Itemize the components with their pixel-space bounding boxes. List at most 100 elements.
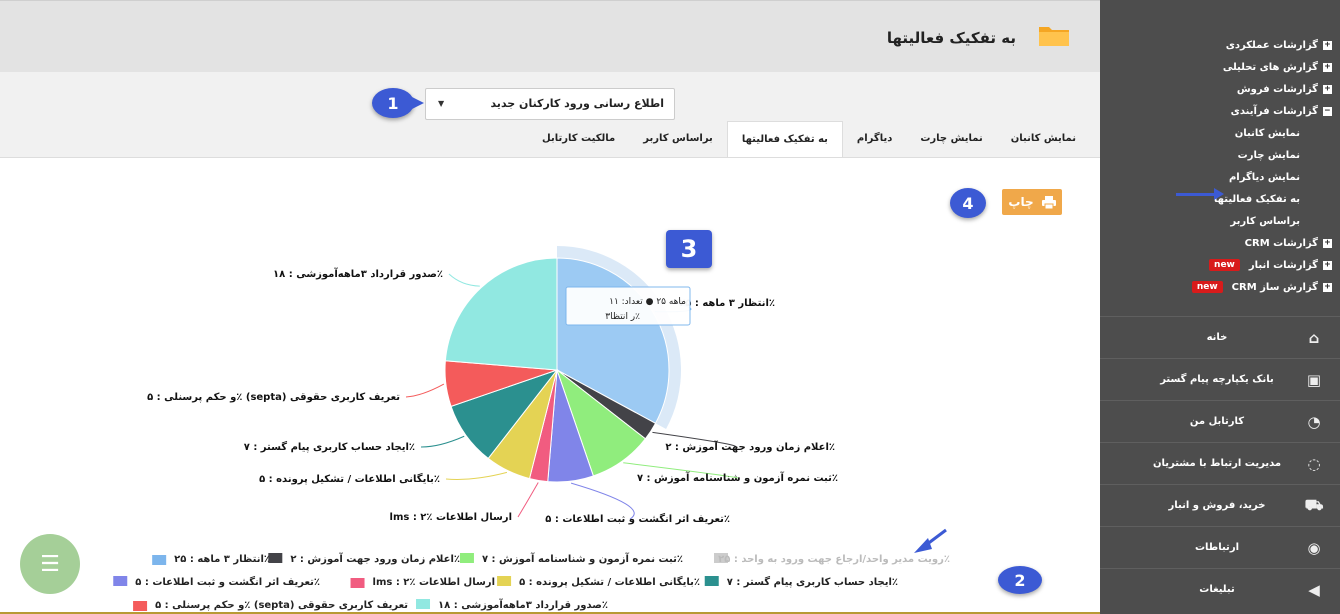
legend-swatch — [459, 553, 474, 563]
expand-icon[interactable]: + — [1323, 62, 1332, 72]
nav-item-label: بانک یکپارچه پیام گستر — [1160, 374, 1274, 385]
slice-connector — [448, 273, 480, 287]
legend-item[interactable]: و حکم پرسنلی : ۵٪ (septa) تعریف کاربری ح… — [155, 600, 408, 611]
sidebar: + گزارشات عملکردی + گزارش های تحلیلی + گزارشا… — [1100, 0, 1340, 614]
legend-item[interactable]: ثبت نمره آزمون و شناسنامه آموزش : ۷٪ — [482, 552, 683, 565]
tree-subitem-label: نمایش کانبان — [1234, 127, 1300, 139]
nav-item[interactable]: ◌ مدیریت ارتباط با مشتریان — [1100, 442, 1340, 484]
legend-swatch — [268, 553, 283, 563]
tree-item-label: گزارشات CRM — [1244, 237, 1318, 249]
expand-icon[interactable]: + — [1323, 40, 1332, 50]
nav-item-label: تبلیغات — [1199, 584, 1235, 595]
tab-by-user[interactable]: براساس کاربر — [629, 121, 727, 157]
nav-item-label: مدیریت ارتباط با مشتریان — [1152, 458, 1282, 469]
tree-subitem[interactable]: به تفکیک فعالیتها — [1102, 188, 1300, 210]
page-header: به تفکیک فعالیتها — [0, 0, 1100, 72]
nav-item[interactable]: ◔ کارتابل من — [1100, 400, 1340, 442]
annotation-marker-1: 1 — [372, 88, 414, 118]
bank-icon: ▣ — [1306, 370, 1322, 389]
megaphone-icon: ◀ — [1308, 580, 1320, 599]
legend-item-hidden[interactable]: رویت مدیر واحد/ارجاع جهت ورود به واحد : … — [718, 554, 950, 565]
legend-item[interactable]: انتظار ۳ ماهه : ۲۵٪ — [174, 554, 270, 565]
pie-slice[interactable] — [444, 257, 558, 371]
page-title: به تفکیک فعالیتها — [886, 29, 1016, 47]
tree-item[interactable]: + گزارشات فروش — [1102, 78, 1332, 100]
main-nav: ⌂ خانه ▣ بانک یکپارچه پیام گستر ◔ کارتابل من ◌… — [1100, 316, 1340, 610]
expand-icon[interactable]: + — [1323, 238, 1332, 248]
tree-item[interactable]: + گزارشات CRM — [1102, 232, 1332, 254]
home-icon: ⌂ — [1308, 328, 1320, 347]
tree-item[interactable]: + گزارشات عملکردی — [1102, 34, 1332, 56]
pie-chart: انتظار ۳ ماهه : ۲۵٪ اعلام زمان ورود جهت آ… — [113, 246, 950, 611]
annotation-marker-2: 2 — [998, 566, 1042, 594]
tree-subitem[interactable]: براساس کاربر — [1102, 210, 1300, 232]
nav-item[interactable]: ◉ ارتباطات — [1100, 526, 1340, 568]
slice-label: بایگانی اطلاعات / تشکیل پرونده : ۵٪ — [259, 472, 440, 485]
new-badge: new — [1209, 259, 1240, 271]
legend-swatch — [416, 599, 431, 609]
nav-item[interactable]: ▣ بانک یکپارچه پیام گستر — [1100, 358, 1340, 400]
annotation-marker-2-label: 2 — [1014, 570, 1026, 590]
nav-item[interactable]: ◀ تبلیغات — [1100, 568, 1340, 610]
slice-connector — [445, 471, 508, 480]
tree-item[interactable]: − گزارشات فرآیندی — [1102, 100, 1332, 122]
legend-item[interactable]: بایگانی اطلاعات / تشکیل پرونده : ۵٪ — [519, 575, 700, 588]
nav-item[interactable]: ⌂ خانه — [1100, 316, 1340, 358]
tab-chart[interactable]: نمایش چارت — [906, 121, 996, 157]
tree-item-label: گزارش ساز CRM — [1231, 281, 1318, 293]
menu-fab-button[interactable]: ☰ — [20, 534, 80, 594]
new-badge: new — [1191, 281, 1223, 293]
chart-tooltip: ماهه ۲۵ ● تعداد: ۱۱ ر انتظا۳٪ — [565, 286, 691, 326]
folder-icon — [1039, 27, 1069, 46]
chevron-down-icon: ▼ — [438, 99, 445, 108]
legend-item[interactable]: ایجاد حساب کاربری پیام گستر : ۷٪ — [727, 575, 898, 588]
tree-item-label: گزارشات فرآیندی — [1230, 105, 1318, 117]
process-select[interactable]: اطلاع رسانی ورود کارکنان جدید ▼ — [425, 88, 675, 120]
expand-icon[interactable]: + — [1323, 282, 1332, 292]
legend-swatch — [152, 555, 167, 565]
hamburger-icon: ☰ — [40, 551, 60, 577]
tab-by-activity[interactable]: به تفکیک فعالیتها — [726, 121, 843, 157]
nav-item-label: خرید، فروش و انبار — [1168, 500, 1266, 511]
tree-subitem[interactable]: نمایش دیاگرام — [1102, 166, 1300, 188]
nav-item[interactable]: ⛟ خرید، فروش و انبار — [1100, 484, 1340, 526]
nav-item-label: کارتابل من — [1189, 416, 1245, 427]
nav-item-label: ارتباطات — [1195, 542, 1239, 553]
annotation-marker-1-label: 1 — [387, 93, 399, 113]
crm-icon: ◌ — [1307, 454, 1321, 473]
tree-item[interactable]: + گزارش ساز CRM new — [1102, 276, 1332, 298]
tree-subitem[interactable]: نمایش چارت — [1102, 144, 1300, 166]
legend-item[interactable]: اعلام زمان ورود جهت آموزش : ۲٪ — [290, 552, 460, 565]
legend-item[interactable]: صدور قرارداد ۳ماهه‌آموزشی : ۱۸٪ — [438, 598, 608, 611]
annotation-marker-3-label: 3 — [680, 235, 698, 263]
legend-item[interactable]: تعریف اثر انگشت و ثبت اطلاعات : ۵٪ — [135, 575, 320, 588]
tooltip-line1: ماهه ۲۵ ● تعداد: ۱۱ — [609, 297, 686, 307]
slice-label: انتظار ۳ ماهه : ۲۵٪ — [679, 298, 775, 309]
tree-subitem-label: به تفکیک فعالیتها — [1213, 193, 1300, 205]
tree-subitem[interactable]: نمایش کانبان — [1102, 122, 1300, 144]
tab-cartable-owner[interactable]: مالکیت کارتابل — [528, 121, 629, 157]
slice-connector — [420, 435, 465, 448]
tree-subitem-label: نمایش چارت — [1237, 149, 1300, 161]
slice-label: صدور قرارداد ۳ماهه‌آموزشی : ۱۸٪ — [273, 267, 443, 280]
slice-connector — [405, 383, 445, 398]
annotation-arrow-2-head — [914, 538, 932, 553]
legend-item[interactable]: lms : ۲٪ ارسال اطلاعات — [373, 577, 495, 588]
expand-icon[interactable]: + — [1323, 260, 1332, 270]
tree-item-label: گزارشات فروش — [1236, 83, 1318, 95]
legend-swatch — [133, 601, 148, 611]
tree-item[interactable]: + گزارشات انبار new — [1102, 254, 1332, 276]
tree-item-label: گزارش های تحلیلی — [1222, 61, 1318, 73]
tab-bar: نمایش کانبان نمایش چارت دیاگرام به تفکیک… — [528, 121, 1090, 157]
expand-icon[interactable]: + — [1323, 84, 1332, 94]
tree-item[interactable]: + گزارش های تحلیلی — [1102, 56, 1332, 78]
expand-icon[interactable]: − — [1323, 106, 1332, 116]
slice-label: اعلام زمان ورود جهت آموزش : ۲٪ — [665, 440, 835, 453]
legend-swatch — [704, 576, 719, 586]
annotation-arrow-1 — [410, 96, 424, 110]
tree-item-label: گزارشات انبار — [1248, 259, 1318, 271]
slice-label: ایجاد حساب کاربری پیام گستر : ۷٪ — [244, 440, 415, 453]
tab-kanban[interactable]: نمایش کانبان — [997, 121, 1090, 157]
active-item-arrow — [1176, 193, 1216, 196]
tab-diagram[interactable]: دیاگرام — [843, 121, 906, 157]
